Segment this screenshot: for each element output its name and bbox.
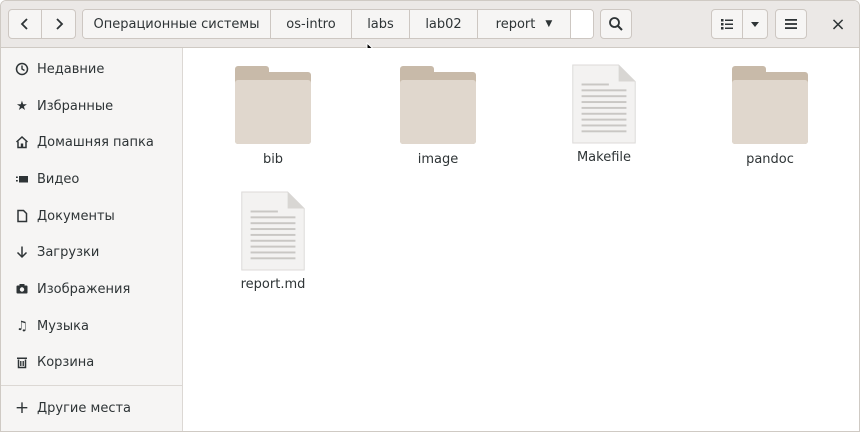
- sidebar-item-label: Корзина: [37, 354, 95, 370]
- breadcrumb-spacer: [571, 10, 593, 38]
- breadcrumb-item[interactable]: labs: [352, 10, 410, 38]
- breadcrumb-item[interactable]: lab02: [410, 10, 478, 38]
- breadcrumb-label: lab02: [425, 16, 462, 32]
- camera-icon: [14, 281, 30, 297]
- sidebar-item-pictures[interactable]: Изображения: [1, 271, 182, 307]
- sidebar-item-trash[interactable]: Корзина: [1, 344, 182, 380]
- folder-icon: [400, 66, 476, 144]
- forward-button[interactable]: [42, 9, 76, 39]
- home-icon: [14, 134, 30, 150]
- file-name: image: [417, 152, 459, 167]
- chevron-down-icon: ▼: [545, 19, 553, 29]
- sidebar: Недавние ★ Избранные Домашняя папка Виде…: [1, 48, 183, 431]
- recent-icon: [14, 61, 30, 77]
- breadcrumb-label: report: [495, 16, 536, 32]
- headerbar: Операционные системы os-intro labs lab02…: [1, 1, 859, 60]
- text-document-icon: [241, 191, 305, 271]
- text-document-icon: [572, 64, 636, 144]
- sidebar-item-downloads[interactable]: Загрузки: [1, 234, 182, 270]
- file-name: Makefile: [576, 150, 632, 165]
- file-manager-window: Операционные системы os-intro labs lab02…: [0, 0, 860, 432]
- sidebar-item-other-locations[interactable]: + Другие места: [1, 390, 182, 426]
- sidebar-item-label: Загрузки: [37, 244, 100, 260]
- chevron-down-icon: [751, 22, 759, 27]
- sidebar-item-music[interactable]: ♫ Музыка: [1, 308, 182, 344]
- sidebar-item-label: Видео: [37, 171, 80, 187]
- file-view: bib image Makefile pandoc report.md: [183, 48, 859, 431]
- close-button[interactable]: ×: [823, 9, 853, 39]
- search-icon: [609, 17, 623, 31]
- sidebar-item-label: Изображения: [37, 281, 131, 297]
- sidebar-item-documents[interactable]: Документы: [1, 198, 182, 234]
- chevron-left-icon: [20, 18, 28, 30]
- breadcrumb-item[interactable]: os-intro: [271, 10, 352, 38]
- breadcrumb-label: Операционные системы: [93, 16, 260, 32]
- breadcrumb-item[interactable]: Операционные системы: [83, 10, 271, 38]
- breadcrumb: Операционные системы os-intro labs lab02…: [82, 9, 594, 39]
- plus-icon: +: [14, 398, 30, 418]
- star-icon: ★: [16, 98, 28, 114]
- trash-icon: [14, 354, 30, 370]
- view-mode-button[interactable]: [711, 9, 743, 39]
- sidebar-item-label: Документы: [37, 208, 115, 224]
- main-menu-button[interactable]: [775, 9, 807, 39]
- breadcrumb-label: labs: [367, 16, 394, 32]
- breadcrumb-current[interactable]: report ▼: [478, 10, 571, 38]
- file-item-folder[interactable]: image: [378, 66, 498, 186]
- chevron-right-icon: [55, 18, 63, 30]
- music-icon: ♫: [16, 318, 28, 334]
- file-item-folder[interactable]: pandoc: [710, 66, 830, 186]
- file-name: report.md: [240, 277, 306, 292]
- sidebar-item-starred[interactable]: ★ Избранные: [1, 88, 182, 124]
- sidebar-item-label: Музыка: [37, 318, 89, 334]
- sidebar-item-label: Избранные: [37, 98, 114, 114]
- folder-icon: [235, 66, 311, 144]
- folder-icon: [732, 66, 808, 144]
- list-view-icon: [721, 19, 733, 30]
- sidebar-item-recent[interactable]: Недавние: [1, 51, 182, 87]
- file-item-folder[interactable]: bib: [213, 66, 333, 186]
- file-item-document[interactable]: Makefile: [544, 64, 664, 184]
- view-options-button[interactable]: [742, 9, 768, 39]
- file-item-document[interactable]: report.md: [213, 191, 333, 311]
- navigation-buttons: [8, 9, 76, 39]
- file-name: bib: [262, 152, 284, 167]
- hamburger-menu-icon: [785, 19, 797, 29]
- back-button[interactable]: [8, 9, 42, 39]
- sidebar-item-label: Другие места: [37, 400, 132, 416]
- sidebar-item-home[interactable]: Домашняя папка: [1, 124, 182, 160]
- video-icon: [14, 171, 30, 187]
- file-name: pandoc: [746, 152, 794, 167]
- sidebar-item-label: Недавние: [37, 61, 105, 77]
- breadcrumb-label: os-intro: [286, 16, 336, 32]
- document-icon: [14, 208, 30, 224]
- sidebar-separator: [1, 385, 182, 386]
- download-icon: [14, 244, 30, 260]
- close-icon: ×: [830, 13, 846, 35]
- sidebar-item-videos[interactable]: Видео: [1, 161, 182, 197]
- sidebar-item-label: Домашняя папка: [37, 134, 154, 150]
- search-button[interactable]: [600, 9, 632, 39]
